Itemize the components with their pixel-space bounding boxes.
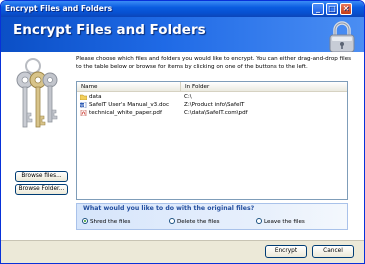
table-row[interactable]: W SafeIT User's Manual_v3.doc Z:\Product…: [77, 101, 347, 109]
file-folder: C:\: [184, 94, 192, 100]
dialog-header: Encrypt Files and Folders: [1, 17, 364, 53]
radio-indicator[interactable]: [256, 218, 262, 224]
minimize-icon: _: [316, 4, 320, 13]
radio-selected-indicator[interactable]: [82, 218, 88, 224]
folder-icon: [80, 94, 87, 100]
encrypt-button[interactable]: Encrypt: [265, 245, 307, 258]
keys-icon: [16, 58, 58, 128]
column-header-in-folder[interactable]: In Folder: [181, 82, 347, 92]
file-list-table[interactable]: Name In Folder data C:\ W SafeIT User's …: [76, 81, 348, 200]
encrypt-dialog-window: Encrypt Files and Folders _ □ ✕ Encrypt …: [0, 0, 365, 264]
browse-folder-button[interactable]: Browse Folder...: [15, 184, 68, 195]
instructions-text: Please choose which files and folders yo…: [76, 56, 352, 70]
radio-shred-files[interactable]: Shred the files: [82, 218, 130, 226]
original-files-question: What would you like to do with the origi…: [83, 205, 255, 212]
maximize-icon: □: [328, 4, 336, 13]
footer-divider: [1, 240, 364, 241]
close-button[interactable]: ✕: [340, 3, 352, 15]
close-icon: ✕: [342, 4, 350, 13]
title-bar[interactable]: Encrypt Files and Folders _ □ ✕: [1, 1, 364, 17]
radio-label: Delete the files: [177, 219, 220, 225]
file-name: SafeIT User's Manual_v3.doc: [89, 102, 170, 108]
minimize-button[interactable]: _: [312, 3, 324, 15]
table-row[interactable]: technical_white_paper.pdf C:\data\SafeIT…: [77, 109, 347, 117]
cancel-button[interactable]: Cancel: [312, 245, 354, 258]
svg-text:W: W: [80, 103, 84, 107]
file-folder: Z:\Product info\SafeIT: [184, 102, 245, 108]
column-header-name[interactable]: Name: [77, 82, 181, 92]
word-doc-icon: W: [80, 102, 87, 108]
browse-files-button[interactable]: Browse files...: [15, 171, 68, 182]
file-folder: C:\data\SafeIT.com\pdf: [184, 110, 248, 116]
table-row[interactable]: data C:\: [77, 93, 347, 101]
header-title: Encrypt Files and Folders: [13, 22, 206, 38]
radio-label: Leave the files: [264, 219, 305, 225]
radio-leave-files[interactable]: Leave the files: [256, 218, 305, 226]
file-name: data: [89, 94, 102, 100]
radio-label: Shred the files: [90, 219, 131, 225]
pdf-icon: [80, 110, 87, 116]
padlock-icon: [329, 21, 355, 53]
radio-indicator[interactable]: [169, 218, 175, 224]
radio-delete-files[interactable]: Delete the files: [169, 218, 220, 226]
maximize-button[interactable]: □: [326, 3, 338, 15]
window-title: Encrypt Files and Folders: [5, 4, 113, 13]
file-name: technical_white_paper.pdf: [89, 110, 162, 116]
original-files-panel: What would you like to do with the origi…: [76, 203, 348, 230]
